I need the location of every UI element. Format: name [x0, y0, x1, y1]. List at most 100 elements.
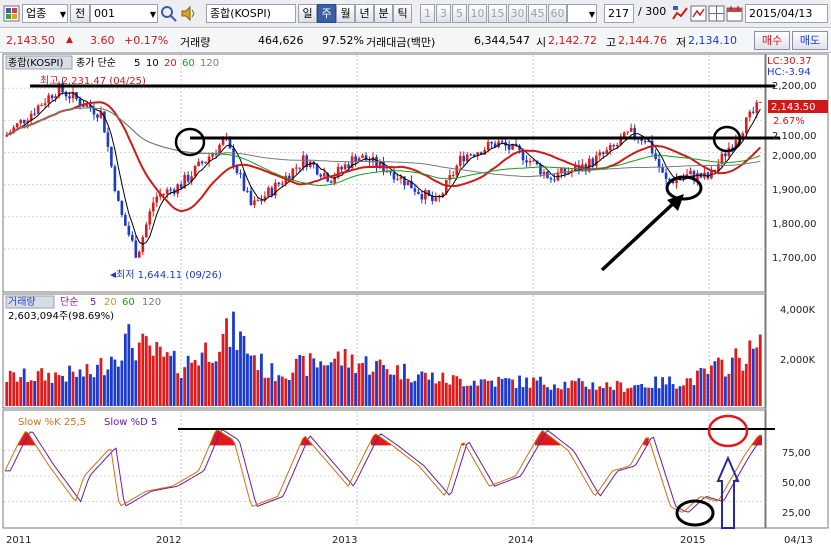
- period-month[interactable]: 월: [336, 4, 355, 23]
- candle-body: [228, 138, 232, 149]
- buy-button[interactable]: 매수: [754, 31, 790, 50]
- volume-bar: [54, 372, 57, 406]
- volume-bar: [493, 386, 497, 406]
- candle-body: [127, 225, 131, 235]
- volume-bar: [479, 379, 483, 406]
- volume-bar: [50, 382, 54, 406]
- period-day[interactable]: 일: [298, 4, 317, 23]
- volume-bar: [319, 361, 323, 406]
- volume-bar: [249, 355, 253, 406]
- volume-bar: [535, 380, 539, 406]
- candle-body: [643, 140, 647, 143]
- volume-bar: [270, 363, 274, 406]
- stoch-tick-1: 75,00: [782, 448, 811, 459]
- lc-readout: LC:30.37: [767, 56, 812, 67]
- volume-bar: [406, 378, 410, 406]
- interval-15[interactable]: 15: [488, 4, 507, 23]
- indicator-icon[interactable]: [690, 5, 707, 22]
- chevron-down-icon: ▼: [59, 10, 66, 19]
- candle-body: [451, 174, 455, 176]
- calendar-icon[interactable]: [726, 5, 743, 22]
- volume-bar: [26, 382, 30, 406]
- period-tick[interactable]: 틱: [393, 4, 412, 23]
- chart-tool-icon[interactable]: [672, 5, 689, 22]
- stock-chart[interactable]: 종합(KOSPI) 종가 단순 5 10 20 60 120 최고 2,231.…: [0, 53, 831, 551]
- volume-bar: [176, 373, 180, 406]
- speaker-icon[interactable]: [180, 5, 197, 22]
- interval-10[interactable]: 10: [468, 4, 487, 23]
- interval-30[interactable]: 30: [508, 4, 527, 23]
- volume-bar: [661, 377, 664, 406]
- volume-bar: [29, 380, 33, 406]
- volume-bar: [96, 364, 99, 406]
- stoch-k-label: Slow %K 25,5: [18, 417, 86, 428]
- volume-bar: [751, 348, 755, 406]
- volume-bar: [427, 379, 431, 406]
- market-select[interactable]: 업종 ▼: [22, 4, 68, 23]
- interval-60[interactable]: 60: [548, 4, 567, 23]
- x-label-end: 04/13: [784, 535, 813, 546]
- price-tick-6: 1,700,00: [772, 253, 817, 264]
- candle-body: [204, 161, 207, 164]
- volume-bar: [734, 348, 738, 406]
- volume-pct: 97.52%: [322, 34, 364, 47]
- count-input[interactable]: 217: [604, 4, 634, 23]
- candle-body: [724, 153, 727, 157]
- candle-body: [242, 173, 246, 191]
- price-change: 3.60: [90, 34, 115, 47]
- candle-body: [68, 96, 71, 99]
- candle-body: [689, 171, 692, 175]
- price-panel-title: 종합(KOSPI): [8, 57, 64, 69]
- date-input[interactable]: 2015/04/13: [745, 4, 828, 23]
- candle-body: [525, 160, 528, 163]
- chevron-down-icon: ▼: [149, 10, 156, 19]
- interval-3[interactable]: 3: [436, 4, 451, 23]
- volume-bar: [141, 333, 145, 406]
- candle-body: [389, 171, 392, 173]
- volume-bar: [235, 350, 239, 406]
- open-value: 2,142.72: [548, 34, 597, 47]
- interval-custom-input[interactable]: ▼: [567, 4, 597, 23]
- code-value: 001: [94, 7, 115, 20]
- volume-bar: [744, 363, 748, 406]
- volume-bar: [263, 377, 267, 406]
- volume-bar: [500, 378, 504, 406]
- candle-body: [155, 196, 159, 203]
- volume-bar: [430, 372, 434, 406]
- candle-body: [197, 161, 200, 167]
- period-year[interactable]: 년: [355, 4, 374, 23]
- volume-bar: [15, 381, 19, 406]
- candle-body: [253, 200, 256, 206]
- jeon-button[interactable]: 전: [70, 4, 90, 23]
- volume-tick-2: 2,000K: [780, 355, 816, 366]
- candle-body: [144, 224, 148, 238]
- volume-bar: [33, 380, 37, 406]
- ma-120: 120: [200, 58, 219, 69]
- volume-bar: [410, 382, 413, 406]
- stoch-tick-3: 25,00: [782, 508, 811, 519]
- volume-bar: [134, 360, 138, 406]
- volume-bar: [266, 377, 270, 406]
- volume-bar: [504, 378, 507, 406]
- volume-bar: [137, 342, 141, 406]
- grid-icon[interactable]: [3, 5, 20, 22]
- search-icon[interactable]: [160, 5, 177, 22]
- interval-1[interactable]: 1: [420, 4, 435, 23]
- code-input[interactable]: 001 ▼: [90, 4, 158, 23]
- period-week[interactable]: 주: [317, 4, 336, 23]
- grid-view-icon[interactable]: [708, 5, 725, 22]
- candle-body: [364, 155, 368, 161]
- interval-45[interactable]: 45: [528, 4, 547, 23]
- period-minute[interactable]: 분: [374, 4, 393, 23]
- volume-bar: [109, 356, 113, 406]
- sell-button[interactable]: 매도: [792, 31, 828, 50]
- interval-5[interactable]: 5: [452, 4, 467, 23]
- candle-body: [319, 174, 323, 177]
- volume-bar: [256, 370, 260, 406]
- volume-bar: [416, 374, 420, 406]
- volume-bar: [155, 342, 159, 406]
- amount-label: 거래대금(백만): [366, 36, 436, 49]
- volume-bar: [305, 375, 309, 406]
- volume-bar: [361, 362, 364, 406]
- volume-bar: [340, 365, 344, 406]
